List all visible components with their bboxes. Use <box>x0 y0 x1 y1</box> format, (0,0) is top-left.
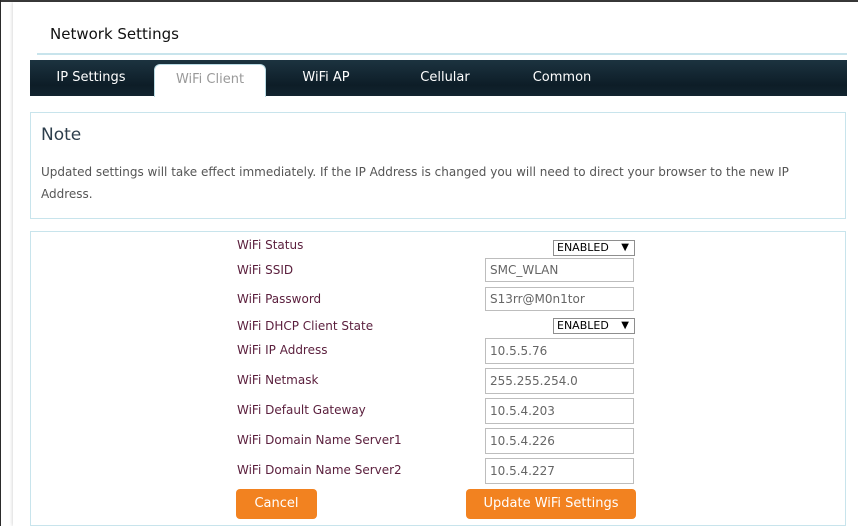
form-row-wifi-ssid: WiFi SSID <box>31 258 845 282</box>
tab-cellular[interactable]: Cellular <box>410 60 480 96</box>
gateway-label: WiFi Default Gateway <box>237 403 366 417</box>
note-box: Note Updated settings will take effect i… <box>30 112 846 219</box>
tab-common[interactable]: Common <box>524 60 600 96</box>
chevron-down-icon: ▼ <box>621 242 629 253</box>
chevron-down-icon: ▼ <box>621 320 629 331</box>
wifi-status-select[interactable]: ENABLED ▼ <box>553 240 635 256</box>
tab-wifi-client[interactable]: WiFi Client <box>154 64 266 97</box>
gateway-input[interactable] <box>485 398 634 424</box>
note-title: Note <box>41 125 82 145</box>
form-row-dns1: WiFi Domain Name Server1 <box>31 428 845 454</box>
dhcp-state-value: ENABLED <box>557 319 609 332</box>
form-row-wifi-status: WiFi Status ENABLED ▼ <box>31 235 845 259</box>
wifi-ssid-input[interactable] <box>485 258 634 282</box>
update-wifi-settings-button[interactable]: Update WiFi Settings <box>466 489 636 519</box>
cancel-button[interactable]: Cancel <box>236 489 317 519</box>
dns1-label: WiFi Domain Name Server1 <box>237 433 402 447</box>
form-row-wifi-password: WiFi Password <box>31 287 845 311</box>
tab-ip-settings[interactable]: IP Settings <box>44 60 138 96</box>
title-divider <box>37 53 847 55</box>
dhcp-state-label: WiFi DHCP Client State <box>237 319 374 333</box>
netmask-label: WiFi Netmask <box>237 373 319 387</box>
tab-bar: IP Settings WiFi Client WiFi AP Cellular… <box>30 60 847 97</box>
wifi-password-input[interactable] <box>485 287 634 311</box>
ip-address-label: WiFi IP Address <box>237 343 328 357</box>
wifi-status-value: ENABLED <box>557 241 609 254</box>
window-left-edge <box>0 0 1 526</box>
wifi-client-form: WiFi Status ENABLED ▼ WiFi SSID WiFi Pas… <box>30 231 846 526</box>
wifi-password-label: WiFi Password <box>237 292 322 306</box>
dns1-input[interactable] <box>485 428 634 454</box>
form-row-gateway: WiFi Default Gateway <box>31 398 845 424</box>
ip-address-input[interactable] <box>485 338 634 364</box>
form-row-dns2: WiFi Domain Name Server2 <box>31 458 845 484</box>
netmask-input[interactable] <box>485 368 634 394</box>
note-text: Updated settings will take effect immedi… <box>41 165 789 201</box>
form-row-netmask: WiFi Netmask <box>31 368 845 394</box>
wifi-status-label: WiFi Status <box>237 238 304 252</box>
page-title: Network Settings <box>50 25 179 43</box>
form-row-ip-address: WiFi IP Address <box>31 338 845 364</box>
dhcp-state-select[interactable]: ENABLED ▼ <box>553 318 635 334</box>
tab-wifi-ap[interactable]: WiFi AP <box>292 60 360 96</box>
dns2-label: WiFi Domain Name Server2 <box>237 463 402 477</box>
wifi-ssid-label: WiFi SSID <box>237 263 294 277</box>
dns2-input[interactable] <box>485 458 634 484</box>
